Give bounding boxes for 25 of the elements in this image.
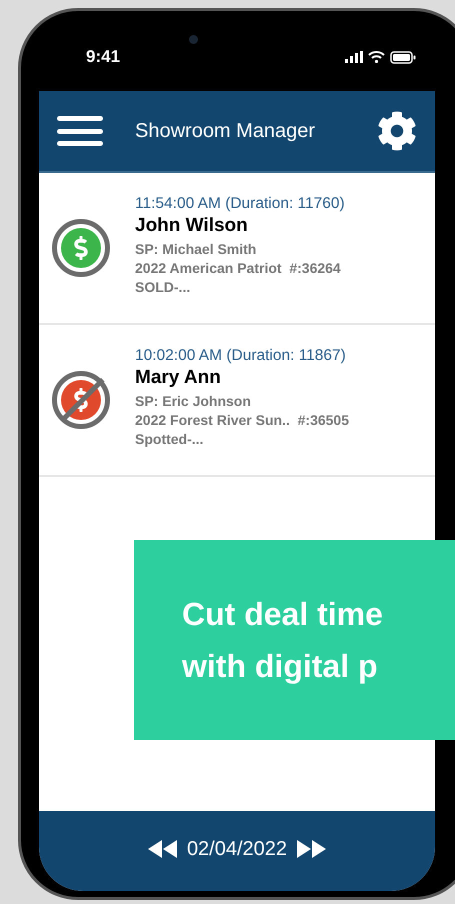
deal-status: SOLD-... xyxy=(135,278,192,296)
battery-icon xyxy=(390,50,416,64)
customer-name: John Wilson xyxy=(135,214,249,238)
signal-icon xyxy=(345,51,363,63)
banner-text: with digital p xyxy=(182,647,379,686)
customer-name: Mary Ann xyxy=(135,366,222,390)
rewind-icon[interactable] xyxy=(146,840,177,858)
salesperson: SP: Eric Johnson xyxy=(135,392,252,410)
deal-time: 10:02:00 AM (Duration: 11867) xyxy=(135,346,347,366)
salesperson: SP: Michael Smith xyxy=(135,240,258,258)
camera-icon xyxy=(189,35,198,44)
deal-row[interactable]: 10:02:00 AM (Duration: 11867) Mary Ann SP: Eric Johnson 2022 Forest River Sun.. #:36505 Spotted-... xyxy=(39,325,435,477)
banner-text: Cut deal time xyxy=(182,595,384,634)
deal-time: 11:54:00 AM (Duration: 11760) xyxy=(135,194,345,214)
fast-forward-icon[interactable] xyxy=(297,840,328,858)
status-time: 9:41 xyxy=(86,46,120,68)
deal-row[interactable]: 11:54:00 AM (Duration: 11760) John Wilson SP: Michael Smith 2022 American Patriot #:36264 SOLD-... xyxy=(39,173,435,325)
deal-status: Spotted-... xyxy=(135,430,204,448)
app-title: Showroom Manager xyxy=(135,119,316,144)
menu-icon[interactable] xyxy=(57,114,103,148)
wifi-icon xyxy=(368,51,385,63)
date-label: 02/04/2022 xyxy=(186,837,288,862)
unit-info: 2022 American Patriot #:36264 xyxy=(135,258,342,278)
settings-icon[interactable] xyxy=(377,111,417,151)
unit-info: 2022 Forest River Sun.. #:36505 xyxy=(135,410,349,430)
